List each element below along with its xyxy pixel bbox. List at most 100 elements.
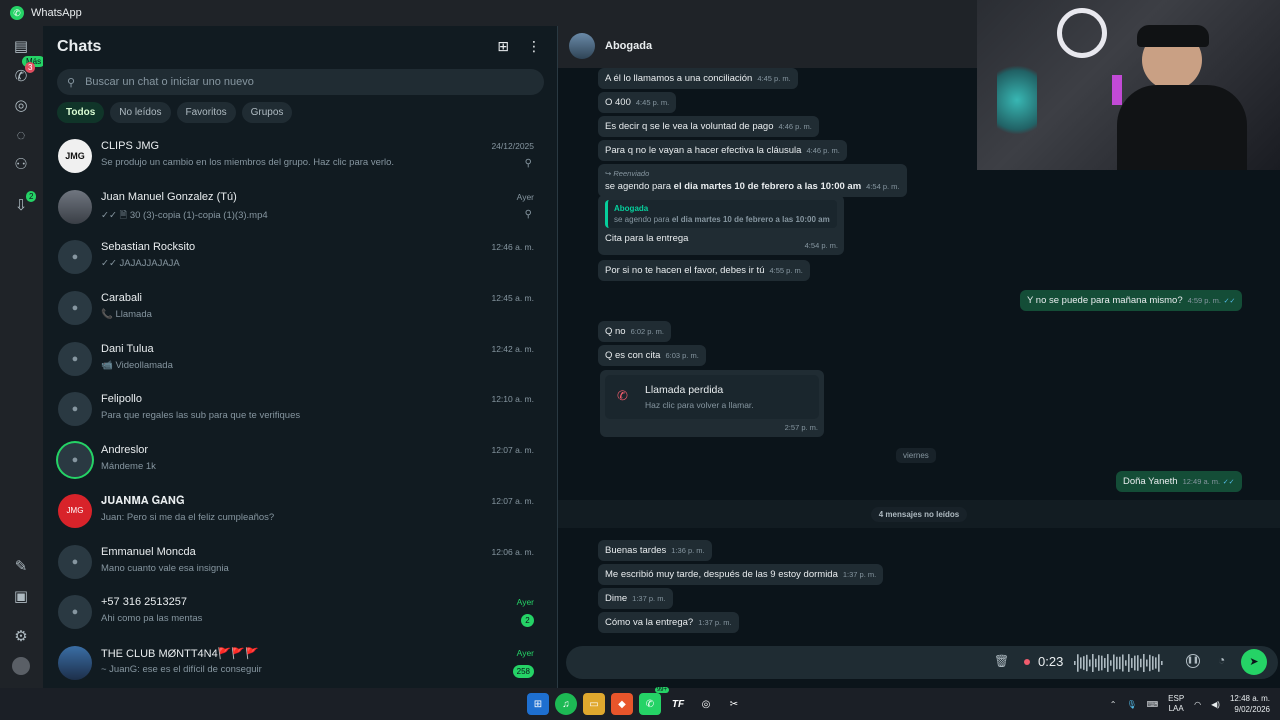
pause-recording-icon[interactable]: ❚❚ (1186, 654, 1200, 668)
chat-avatar[interactable]: ● (58, 443, 92, 478)
chat-avatar[interactable]: ● (58, 291, 92, 326)
chat-row[interactable]: Juan Manuel Gonzalez (Tú) ✓✓ 🗎 30 (3)-cop… (43, 182, 558, 233)
app-circle-icon[interactable]: ◎ (695, 693, 717, 715)
contact-avatar[interactable] (569, 33, 595, 59)
waveform-bar (1104, 658, 1106, 668)
recording-duration: 0:23 (1038, 654, 1064, 669)
chat-time: 12:07 a. m. (491, 445, 534, 456)
message-bubble[interactable]: Q no 6:02 p. m. (598, 321, 671, 342)
forwarded-message-bubble[interactable]: ↪ Reenviado se agendo para el dia martes… (598, 164, 907, 197)
chat-row[interactable]: ● Carabali 📞 Llamada 12:45 a. m. (43, 283, 558, 334)
chats-icon[interactable]: ▤ (10, 36, 32, 58)
chat-avatar[interactable]: ● (58, 341, 92, 376)
keyboard-icon[interactable]: ⌨ (1147, 700, 1159, 709)
message-bubble[interactable]: Q es con cita 6:03 p. m. (598, 345, 706, 366)
waveform-bar (1074, 661, 1076, 665)
waveform-bar (1098, 655, 1100, 671)
chat-avatar[interactable]: ● (58, 240, 92, 275)
waveform-bar (1143, 654, 1145, 672)
taskbar: ⊞ ♫ ▭ ◆ ✆ 99+ TF ◎ ✂ ⌃ 🎙 ⌨ ESP LAA ◠ ◀) 12… (0, 687, 1280, 720)
message-bubble[interactable]: Dime 1:37 p. m. (598, 588, 673, 609)
message-bubble[interactable]: Para q no le vayan a hacer efectiva la c… (598, 140, 847, 161)
chat-row[interactable]: ● Felipollo Para que regales las sub para … (43, 384, 558, 435)
search-input[interactable]: ⚲ Buscar un chat o iniciar uno nuevo (57, 69, 544, 95)
tray-chevron-icon[interactable]: ⌃ (1110, 700, 1117, 709)
chat-last-message: Mano cuanto vale esa insignia (101, 562, 229, 574)
chat-name: Dani Tulua (101, 342, 154, 355)
mic-icon[interactable]: 🎙 (1126, 700, 1136, 709)
chat-row[interactable]: ● +57 316 2513257 Ahi como pa las mentas Ay… (43, 587, 558, 638)
message-bubble[interactable]: Buenas tardes 1:36 p. m. (598, 540, 712, 561)
profile-avatar[interactable] (10, 655, 32, 677)
menu-icon[interactable]: ⋮ (527, 38, 541, 55)
chat-row[interactable]: JMG CLIPS JMG Se produjo un cambio en los … (43, 131, 558, 182)
chat-avatar[interactable] (58, 645, 92, 680)
conversation-header[interactable]: Abogada (558, 26, 977, 68)
waveform-bar (1140, 658, 1142, 668)
filter-no-leidos[interactable]: No leídos (110, 102, 171, 123)
chat-time: 12:06 a. m. (491, 546, 534, 557)
spotify-icon[interactable]: ♫ (555, 693, 577, 715)
media-icon[interactable]: ▣ (10, 586, 32, 608)
chat-name: Juan Manuel Gonzalez (Tú) (101, 190, 237, 203)
language-indicator[interactable]: ESP LAA (1168, 694, 1184, 714)
outgoing-message-bubble[interactable]: Y no se puede para mañana mismo? 4:59 p. … (1020, 290, 1243, 311)
reply-message-bubble[interactable]: Abogada se agendo para el dia martes 10 d… (598, 195, 844, 255)
clock[interactable]: 12:48 a. m. 9/02/2026 (1230, 693, 1270, 715)
message-bubble[interactable]: Por si no te hacen el favor, debes ir tú… (598, 260, 810, 281)
chat-avatar[interactable] (58, 189, 92, 224)
whatsapp-taskbar-badge: 99+ (654, 687, 669, 693)
message-bubble[interactable]: Es decir q se le vea la voluntad de pago… (598, 116, 819, 137)
outgoing-message-bubble[interactable]: Doña Yaneth 12:49 a. m. ✓✓ (1116, 471, 1242, 492)
missed-call-box[interactable]: ✆ Llamada perdida Haz clic para volver a… (605, 375, 819, 419)
channels-icon[interactable]: ◌ (10, 125, 32, 147)
missed-call-card[interactable]: ✆ Llamada perdida Haz clic para volver a… (600, 370, 824, 437)
capcut-icon[interactable]: ✂ (723, 693, 745, 715)
waveform-bar (1095, 658, 1097, 668)
chat-name: Sebastian Rocksito (101, 241, 196, 254)
chat-avatar[interactable]: JMG (58, 493, 92, 528)
filter-todos[interactable]: Todos (57, 102, 105, 123)
read-receipt-icon: ✓✓ (1223, 298, 1236, 305)
chat-row[interactable]: ● Sebastian Rocksito ✓✓ JAJAJJAJAJA 12:46 a… (43, 232, 558, 283)
chat-row[interactable]: ● Emmanuel Moncda Mano cuanto vale esa ins… (43, 537, 558, 588)
pin-icon: ⚲ (524, 158, 532, 169)
unread-banner: 4 mensajes no leídos (558, 500, 1280, 528)
status-icon[interactable]: ◎ (10, 95, 32, 117)
waveform-bar (1083, 656, 1085, 670)
chat-row[interactable]: ● Andreslor Mándeme 1k 12:07 a. m. (43, 435, 558, 486)
message-bubble[interactable]: O 400 4:45 p. m. (598, 92, 677, 113)
chat-avatar[interactable]: JMG (58, 139, 92, 173)
wifi-icon[interactable]: ◠ (1194, 700, 1201, 709)
chat-avatar[interactable]: ● (58, 544, 92, 579)
whatsapp-taskbar-icon[interactable]: ✆ 99+ (639, 687, 669, 715)
search-placeholder: Buscar un chat o iniciar uno nuevo (85, 76, 254, 88)
starred-icon[interactable]: ✎ (10, 556, 32, 578)
waveform-bar (1086, 654, 1088, 672)
message-bubble[interactable]: Me escribió muy tarde, después de las 9 … (598, 564, 884, 585)
system-tray: ⌃ 🎙 ⌨ ESP LAA ◠ ◀) 12:48 a. m. 9/02/2026 (1110, 693, 1270, 715)
file-explorer-icon[interactable]: ▭ (583, 693, 605, 715)
chat-row[interactable]: ● Dani Tulua 📹 Videollamada 12:42 a. m. (43, 334, 558, 385)
settings-icon[interactable]: ⚙ (10, 626, 32, 648)
delete-recording-icon[interactable]: 🗑 (994, 654, 1009, 668)
chat-avatar[interactable]: ● (58, 595, 92, 630)
filter-grupos[interactable]: Grupos (241, 102, 293, 123)
chat-row[interactable]: THE CLUB MØNTT4N4🚩🚩🚩 ~ JuanG: ese es el d… (43, 638, 558, 689)
filter-favoritos[interactable]: Favoritos (176, 102, 236, 123)
chat-last-message: ✓✓ 🗎 30 (3)-copia (1)-copia (1)(3).mp4 (101, 209, 268, 221)
windows-start-icon[interactable]: ⊞ (527, 693, 549, 715)
communities-icon[interactable]: ⚇ (10, 154, 32, 176)
chat-row[interactable]: JMG 𝐉𝐔𝐀𝐍𝐌𝐀 𝐆𝐀𝐍𝐆 Juan: Pero si me da el fel… (43, 486, 558, 537)
app-tf-icon[interactable]: TF (667, 693, 689, 715)
message-bubble[interactable]: Cómo va la entrega? 1:37 p. m. (598, 612, 739, 633)
message-bubble[interactable]: A él lo llamamos a una conciliación 4:45 … (598, 68, 798, 89)
send-button[interactable]: ➤ (1241, 649, 1267, 675)
playback-speed-icon[interactable]: ◔ (1218, 653, 1225, 667)
quoted-message[interactable]: Abogada se agendo para el dia martes 10 d… (605, 200, 837, 228)
waveform-bar (1122, 654, 1124, 672)
volume-icon[interactable]: ◀) (1211, 700, 1220, 709)
chat-avatar[interactable]: ● (58, 392, 92, 427)
brave-icon[interactable]: ◆ (611, 693, 633, 715)
new-chat-icon[interactable]: ⊞ (497, 38, 509, 55)
